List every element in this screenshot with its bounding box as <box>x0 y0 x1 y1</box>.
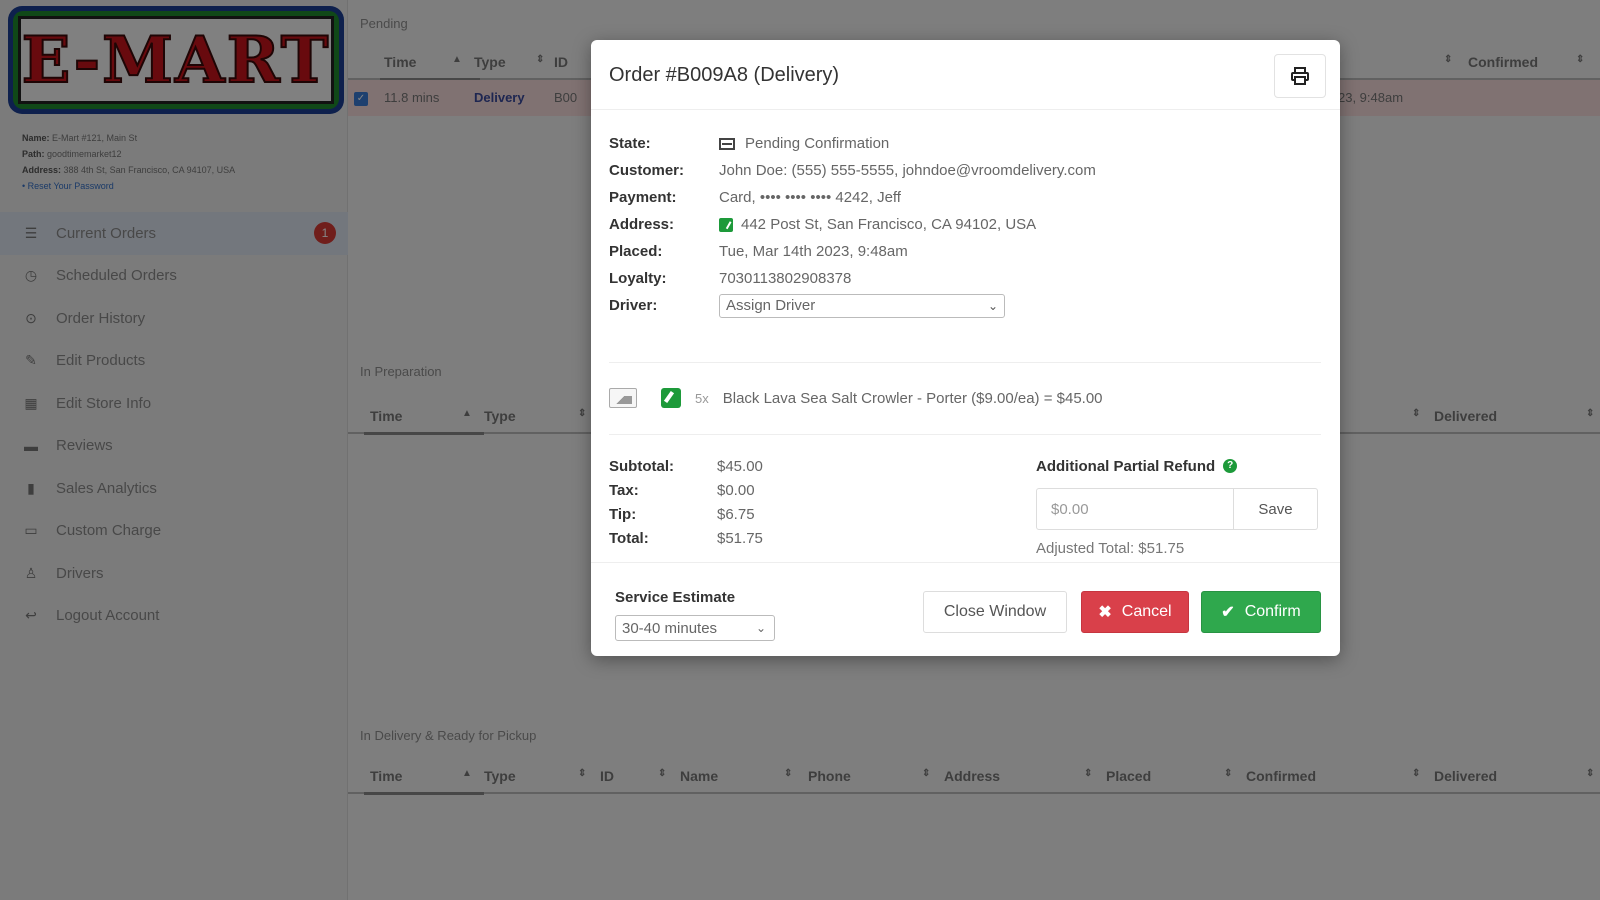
detail-loyalty: Loyalty: 7030113802908378 <box>609 265 1096 292</box>
detail-label: Address: <box>609 216 675 233</box>
detail-label: Payment: <box>609 189 677 206</box>
service-estimate-select[interactable]: 30-40 minutes ⌄ <box>615 615 775 641</box>
tip-value: $6.75 <box>717 505 755 523</box>
driver-select[interactable]: Assign Driver ⌄ <box>719 293 1005 318</box>
detail-label: Customer: <box>609 162 685 179</box>
item-quantity: 5x <box>695 390 709 406</box>
partial-refund-section: Additional Partial Refund ? $0.00 Save A… <box>1036 454 1326 557</box>
detail-label: State: <box>609 135 651 152</box>
subtotal-row: Subtotal: $45.00 <box>609 454 763 478</box>
detail-customer: Customer: John Doe: (555) 555-5555, john… <box>609 157 1096 184</box>
total-label: Total: <box>609 529 649 547</box>
detail-label: Loyalty: <box>609 270 667 287</box>
detail-address: Address: 442 Post St, San Francisco, CA … <box>609 211 1096 238</box>
total-label: Tip: <box>609 505 637 523</box>
address-value: 442 Post St, San Francisco, CA 94102, US… <box>741 216 1037 233</box>
driver-select-value: Assign Driver <box>726 297 816 314</box>
state-value: Pending Confirmation <box>745 135 890 152</box>
refund-amount-input[interactable]: $0.00 <box>1036 488 1234 530</box>
pending-state-icon <box>719 137 735 150</box>
confirm-label: Confirm <box>1244 603 1301 620</box>
help-icon[interactable]: ? <box>1223 459 1238 473</box>
modal-header: Order #B009A8 (Delivery) <box>591 40 1340 110</box>
service-estimate-value: 30-40 minutes <box>622 619 718 637</box>
order-details-modal: Order #B009A8 (Delivery) State: Pending … <box>591 40 1340 656</box>
print-button[interactable] <box>1274 54 1326 98</box>
refund-title-text: Additional Partial Refund <box>1036 457 1216 475</box>
subtotal-value: $45.00 <box>717 457 763 475</box>
chevron-down-icon: ⌄ <box>987 298 998 313</box>
cancel-label: Cancel <box>1121 603 1172 620</box>
close-window-label: Close Window <box>943 603 1047 620</box>
total-label: Subtotal: <box>609 457 674 475</box>
refund-input-group: $0.00 Save <box>1036 488 1326 530</box>
printer-icon <box>1291 67 1309 85</box>
refund-title: Additional Partial Refund ? <box>1036 454 1326 478</box>
modal-title: Order #B009A8 (Delivery) <box>609 64 840 86</box>
tax-value: $0.00 <box>717 481 755 499</box>
detail-label: Driver: <box>609 297 658 314</box>
detail-label: Placed: <box>609 243 663 260</box>
close-icon: ✖ <box>1098 604 1112 621</box>
loyalty-value: 7030113802908378 <box>719 270 852 287</box>
confirm-order-button[interactable]: ✔ Confirm <box>1201 591 1321 633</box>
adjusted-total: Adjusted Total: $51.75 <box>1036 540 1185 557</box>
check-icon: ✔ <box>1221 604 1235 621</box>
order-details: State: Pending Confirmation Customer: Jo… <box>609 130 1096 319</box>
total-label: Tax: <box>609 481 639 499</box>
save-refund-button[interactable]: Save <box>1234 488 1318 530</box>
cancel-order-button[interactable]: ✖ Cancel <box>1081 591 1189 633</box>
tax-row: Tax: $0.00 <box>609 478 763 502</box>
divider <box>609 362 1321 363</box>
detail-driver: Driver: Assign Driver ⌄ <box>609 292 1096 319</box>
placed-value: Tue, Mar 14th 2023, 9:48am <box>719 243 908 260</box>
service-estimate-label: Service Estimate <box>615 589 736 606</box>
detail-state: State: Pending Confirmation <box>609 130 1096 157</box>
detail-payment: Payment: Card, •••• •••• •••• 4242, Jeff <box>609 184 1096 211</box>
chevron-down-icon: ⌄ <box>755 621 766 635</box>
item-description: Black Lava Sea Salt Crowler - Porter ($9… <box>722 389 1103 407</box>
divider <box>609 434 1321 435</box>
total-row: Total: $51.75 <box>609 526 763 550</box>
payment-value: Card, •••• •••• •••• 4242, Jeff <box>719 189 901 206</box>
customer-value: John Doe: (555) 555-5555, johndoe@vroomd… <box>719 162 1096 179</box>
total-value: $51.75 <box>717 529 763 547</box>
close-window-button[interactable]: Close Window <box>923 591 1067 633</box>
edit-item-icon[interactable] <box>661 388 681 408</box>
order-item: 5x Black Lava Sea Salt Crowler - Porter … <box>609 382 1321 414</box>
tip-row: Tip: $6.75 <box>609 502 763 526</box>
order-totals: Subtotal: $45.00 Tax: $0.00 Tip: $6.75 T… <box>609 454 763 550</box>
modal-footer: Service Estimate 30-40 minutes ⌄ Close W… <box>591 562 1340 656</box>
map-link-icon[interactable] <box>719 217 733 232</box>
detail-placed: Placed: Tue, Mar 14th 2023, 9:48am <box>609 238 1096 265</box>
product-image-icon[interactable] <box>609 388 637 408</box>
